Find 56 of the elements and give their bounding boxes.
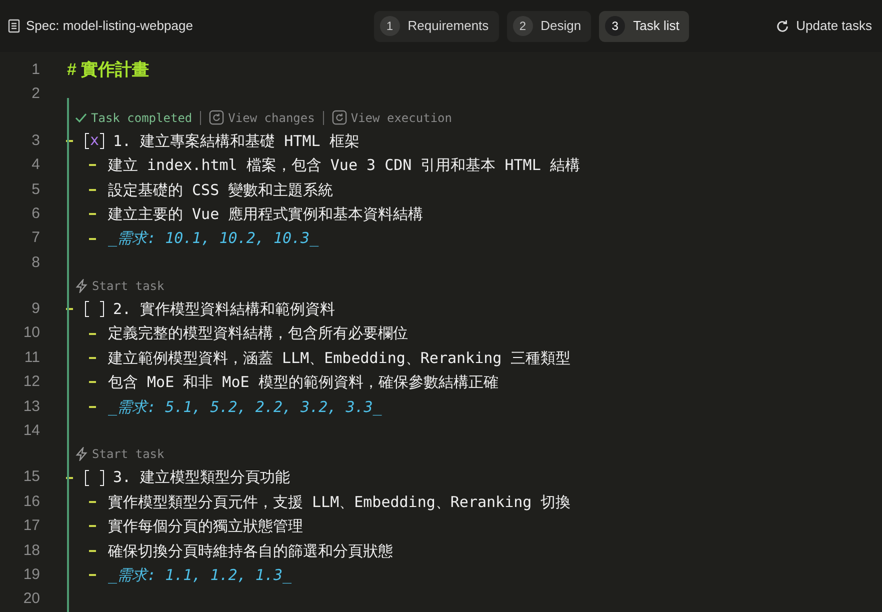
task-checkbox[interactable]: x [85,132,104,149]
document-icon [8,19,20,33]
line-number: 5 [30,180,40,200]
subtask-text: 確保切換分頁時維持各自的篩選和分頁狀態 [108,540,393,562]
lightning-icon [75,279,88,294]
requirements-text: _需求: 5.1, 5.2, 2.2, 3.2, 3.3_ [108,396,382,418]
line-number: 12 [22,372,40,392]
refresh-icon [775,18,790,34]
subtask-text: 定義完整的模型資料結構，包含所有必要欄位 [108,323,408,344]
line-number: 19 [22,564,40,585]
codelens-link[interactable]: View execution [332,108,452,127]
line-number: 16 [22,492,40,512]
line-number: 1 [30,60,40,80]
step-tab[interactable]: 2 Design [506,10,592,42]
task-status: Task completed [91,110,192,127]
task-title: 1. 建立專案結構和基礎 HTML 框架 [113,130,360,152]
subtask-text: 設定基礎的 CSS 變數和主題系統 [108,180,334,200]
task-title: 3. 建立模型類型分頁功能 [113,467,290,488]
line-number: 13 [22,396,40,417]
start-task-link[interactable]: Start task [92,277,164,296]
refresh-icon [332,110,347,126]
checkmark-icon [75,112,87,123]
line-number: 9 [30,299,40,320]
line-number: 20 [22,589,40,610]
line-number: 6 [30,204,40,224]
codelens-link[interactable]: View changes [209,108,315,127]
line-number: 11 [23,348,40,368]
line-number: 15 [22,467,40,488]
start-task-link[interactable]: Start task [92,445,164,464]
heading-text: # 實作計畫 [67,59,150,82]
line-number: 4 [30,155,40,176]
subtask-text: 建立 index.html 檔案，包含 Vue 3 CDN 引用和基本 HTML 結構 [108,155,580,176]
subtask-text: 建立範例模型資料，涵蓋 LLM、Embedding、Reranking 三種類型 [108,348,571,369]
step-tab[interactable]: 3 Task list [599,10,690,42]
spec-title: Spec: model-listing-webpage [26,17,193,36]
refresh-icon [209,110,224,126]
line-number: 17 [22,516,40,536]
line-number: 18 [22,540,40,561]
task-checkbox[interactable] [85,470,104,486]
task-title: 2. 實作模型資料結構和範例資料 [113,299,336,320]
line-number: 7 [30,228,40,248]
line-number: 3 [30,130,40,151]
step-tab[interactable]: 1 Requirements [374,10,499,42]
lightning-icon [75,447,88,462]
subtask-text: 包含 MoE 和非 MoE 模型的範例資料，確保參數結構正確 [108,372,498,394]
subtask-text: 實作每個分頁的獨立狀態管理 [108,516,303,538]
line-number: 10 [22,323,40,344]
line-number: 2 [30,84,40,104]
update-tasks-button[interactable]: Update tasks [775,16,874,36]
line-number: 14 [22,421,40,442]
requirements-text: _需求: 1.1, 1.2, 1.3_ [108,564,292,586]
line-number: 8 [30,252,40,273]
task-checkbox[interactable] [85,301,104,318]
subtask-text: 建立主要的 Vue 應用程式實例和基本資料結構 [108,204,424,225]
requirements-text: _需求: 10.1, 10.2, 10.3_ [108,228,319,250]
subtask-text: 實作模型類型分頁元件，支援 LLM、Embedding、Reranking 切換 [108,492,571,513]
